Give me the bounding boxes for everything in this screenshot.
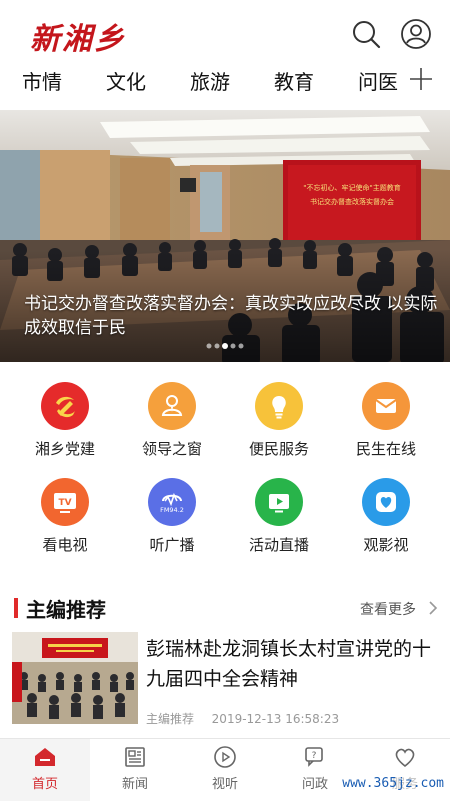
question-chat-icon: ? bbox=[305, 747, 323, 767]
play-circle-icon bbox=[214, 746, 236, 768]
nav-item-wenhua[interactable]: 文化 bbox=[106, 66, 146, 95]
svg-text:TV: TV bbox=[58, 498, 71, 508]
tv-icon: TV bbox=[41, 478, 89, 526]
news-title[interactable]: 彭瑞林赴龙洞镇长太村宣讲党的十九届四中全会精神 bbox=[146, 634, 436, 694]
heart-icon bbox=[395, 748, 415, 768]
grid-item-party-building[interactable]: 湘乡党建 bbox=[20, 382, 110, 459]
grid-label: 领导之窗 bbox=[141, 440, 202, 458]
tab-service[interactable]: 服务 bbox=[360, 739, 450, 801]
news-list-item[interactable]: 彭瑞林赴龙洞镇长太村宣讲党的十九届四中全会精神 主编推荐 2019-12-13 … bbox=[12, 632, 438, 732]
news-meta: 主编推荐 2019-12-13 16:58:23 bbox=[146, 710, 339, 727]
heart-film-icon bbox=[362, 478, 410, 526]
nav-item-wenyi[interactable]: 问医 bbox=[358, 66, 398, 95]
grid-item-watch-tv[interactable]: TV 看电视 bbox=[20, 478, 110, 555]
bottom-tab-bar: 首页 新闻 视听 ? 问政 服务 www.365jz.com bbox=[0, 738, 450, 801]
grid-item-watch-films[interactable]: 观影视 bbox=[341, 478, 431, 555]
grid-label: 观影视 bbox=[363, 536, 409, 554]
site-watermark: www.365jz.com bbox=[342, 776, 444, 791]
news-timestamp: 2019-12-13 16:58:23 bbox=[211, 712, 340, 726]
home-icon bbox=[35, 748, 55, 766]
service-grid: 湘乡党建 领导之窗 便民服务 民生在线 TV 看电视 FM94.2 听广播 活动… bbox=[0, 382, 450, 572]
category-nav: 市情 文化 旅游 教育 问医 bbox=[0, 60, 450, 104]
section-accent-bar bbox=[14, 598, 18, 618]
grid-label: 便民服务 bbox=[248, 440, 309, 458]
lightbulb-icon bbox=[255, 382, 303, 430]
tab-inquiry[interactable]: ? 问政 bbox=[270, 739, 360, 801]
tab-news[interactable]: 新闻 bbox=[90, 739, 180, 801]
live-play-icon bbox=[255, 478, 303, 526]
newspaper-icon bbox=[125, 747, 145, 767]
news-banner[interactable]: "不忘初心、牢记使命"主题教育 书记交办督查改落实督办会 书记交办督查改落实督办… bbox=[0, 110, 450, 362]
grid-label: 听广播 bbox=[149, 536, 195, 554]
mail-icon bbox=[362, 382, 410, 430]
tab-label: 首页 bbox=[31, 777, 58, 792]
app-header: 新湘乡 市情 文化 旅游 教育 问医 bbox=[0, 0, 450, 110]
grid-item-livelihood-online[interactable]: 民生在线 bbox=[341, 382, 431, 459]
radio-icon: FM94.2 bbox=[148, 478, 196, 526]
app-logo[interactable]: 新湘乡 bbox=[30, 14, 126, 58]
section-header: 主编推荐 查看更多 bbox=[0, 594, 450, 624]
party-emblem-icon bbox=[41, 382, 89, 430]
grid-item-leaders-window[interactable]: 领导之窗 bbox=[127, 382, 217, 459]
nav-item-jiaoyu[interactable]: 教育 bbox=[274, 66, 314, 95]
nav-item-lvyou[interactable]: 旅游 bbox=[190, 66, 230, 95]
grid-item-convenience-service[interactable]: 便民服务 bbox=[234, 382, 324, 459]
person-icon bbox=[148, 382, 196, 430]
nav-item-shiqing[interactable]: 市情 bbox=[22, 66, 62, 95]
banner-caption[interactable]: 书记交办督查改落实督办会：真改实改应改尽改 以实际成效取信于民 bbox=[24, 292, 444, 340]
grid-label: 湘乡党建 bbox=[34, 440, 95, 458]
chevron-right-icon[interactable] bbox=[428, 600, 438, 616]
banner-screen-line2: 书记交办督查改落实督办会 bbox=[310, 197, 394, 206]
section-title: 主编推荐 bbox=[26, 598, 106, 622]
grid-item-listen-radio[interactable]: FM94.2 听广播 bbox=[127, 478, 217, 555]
tab-label: 新闻 bbox=[121, 777, 148, 792]
grid-label: 看电视 bbox=[42, 536, 88, 554]
svg-text:?: ? bbox=[312, 751, 317, 761]
search-button[interactable] bbox=[348, 16, 384, 52]
radio-frequency-badge: FM94.2 bbox=[160, 506, 184, 514]
banner-screen-line1: "不忘初心、牢记使命"主题教育 bbox=[303, 183, 400, 192]
news-category: 主编推荐 bbox=[146, 712, 195, 726]
search-icon bbox=[353, 21, 381, 49]
user-button[interactable] bbox=[398, 16, 434, 52]
grid-label: 活动直播 bbox=[248, 536, 309, 554]
view-more-link[interactable]: 查看更多 bbox=[360, 599, 416, 619]
tab-home[interactable]: 首页 bbox=[0, 739, 90, 801]
plus-icon[interactable] bbox=[408, 66, 434, 92]
grid-label: 民生在线 bbox=[355, 440, 416, 458]
news-thumbnail bbox=[12, 632, 138, 724]
tab-label: 视听 bbox=[211, 777, 238, 792]
tab-audio-video[interactable]: 视听 bbox=[180, 739, 270, 801]
grid-item-live-activity[interactable]: 活动直播 bbox=[234, 478, 324, 555]
user-icon bbox=[401, 19, 431, 49]
